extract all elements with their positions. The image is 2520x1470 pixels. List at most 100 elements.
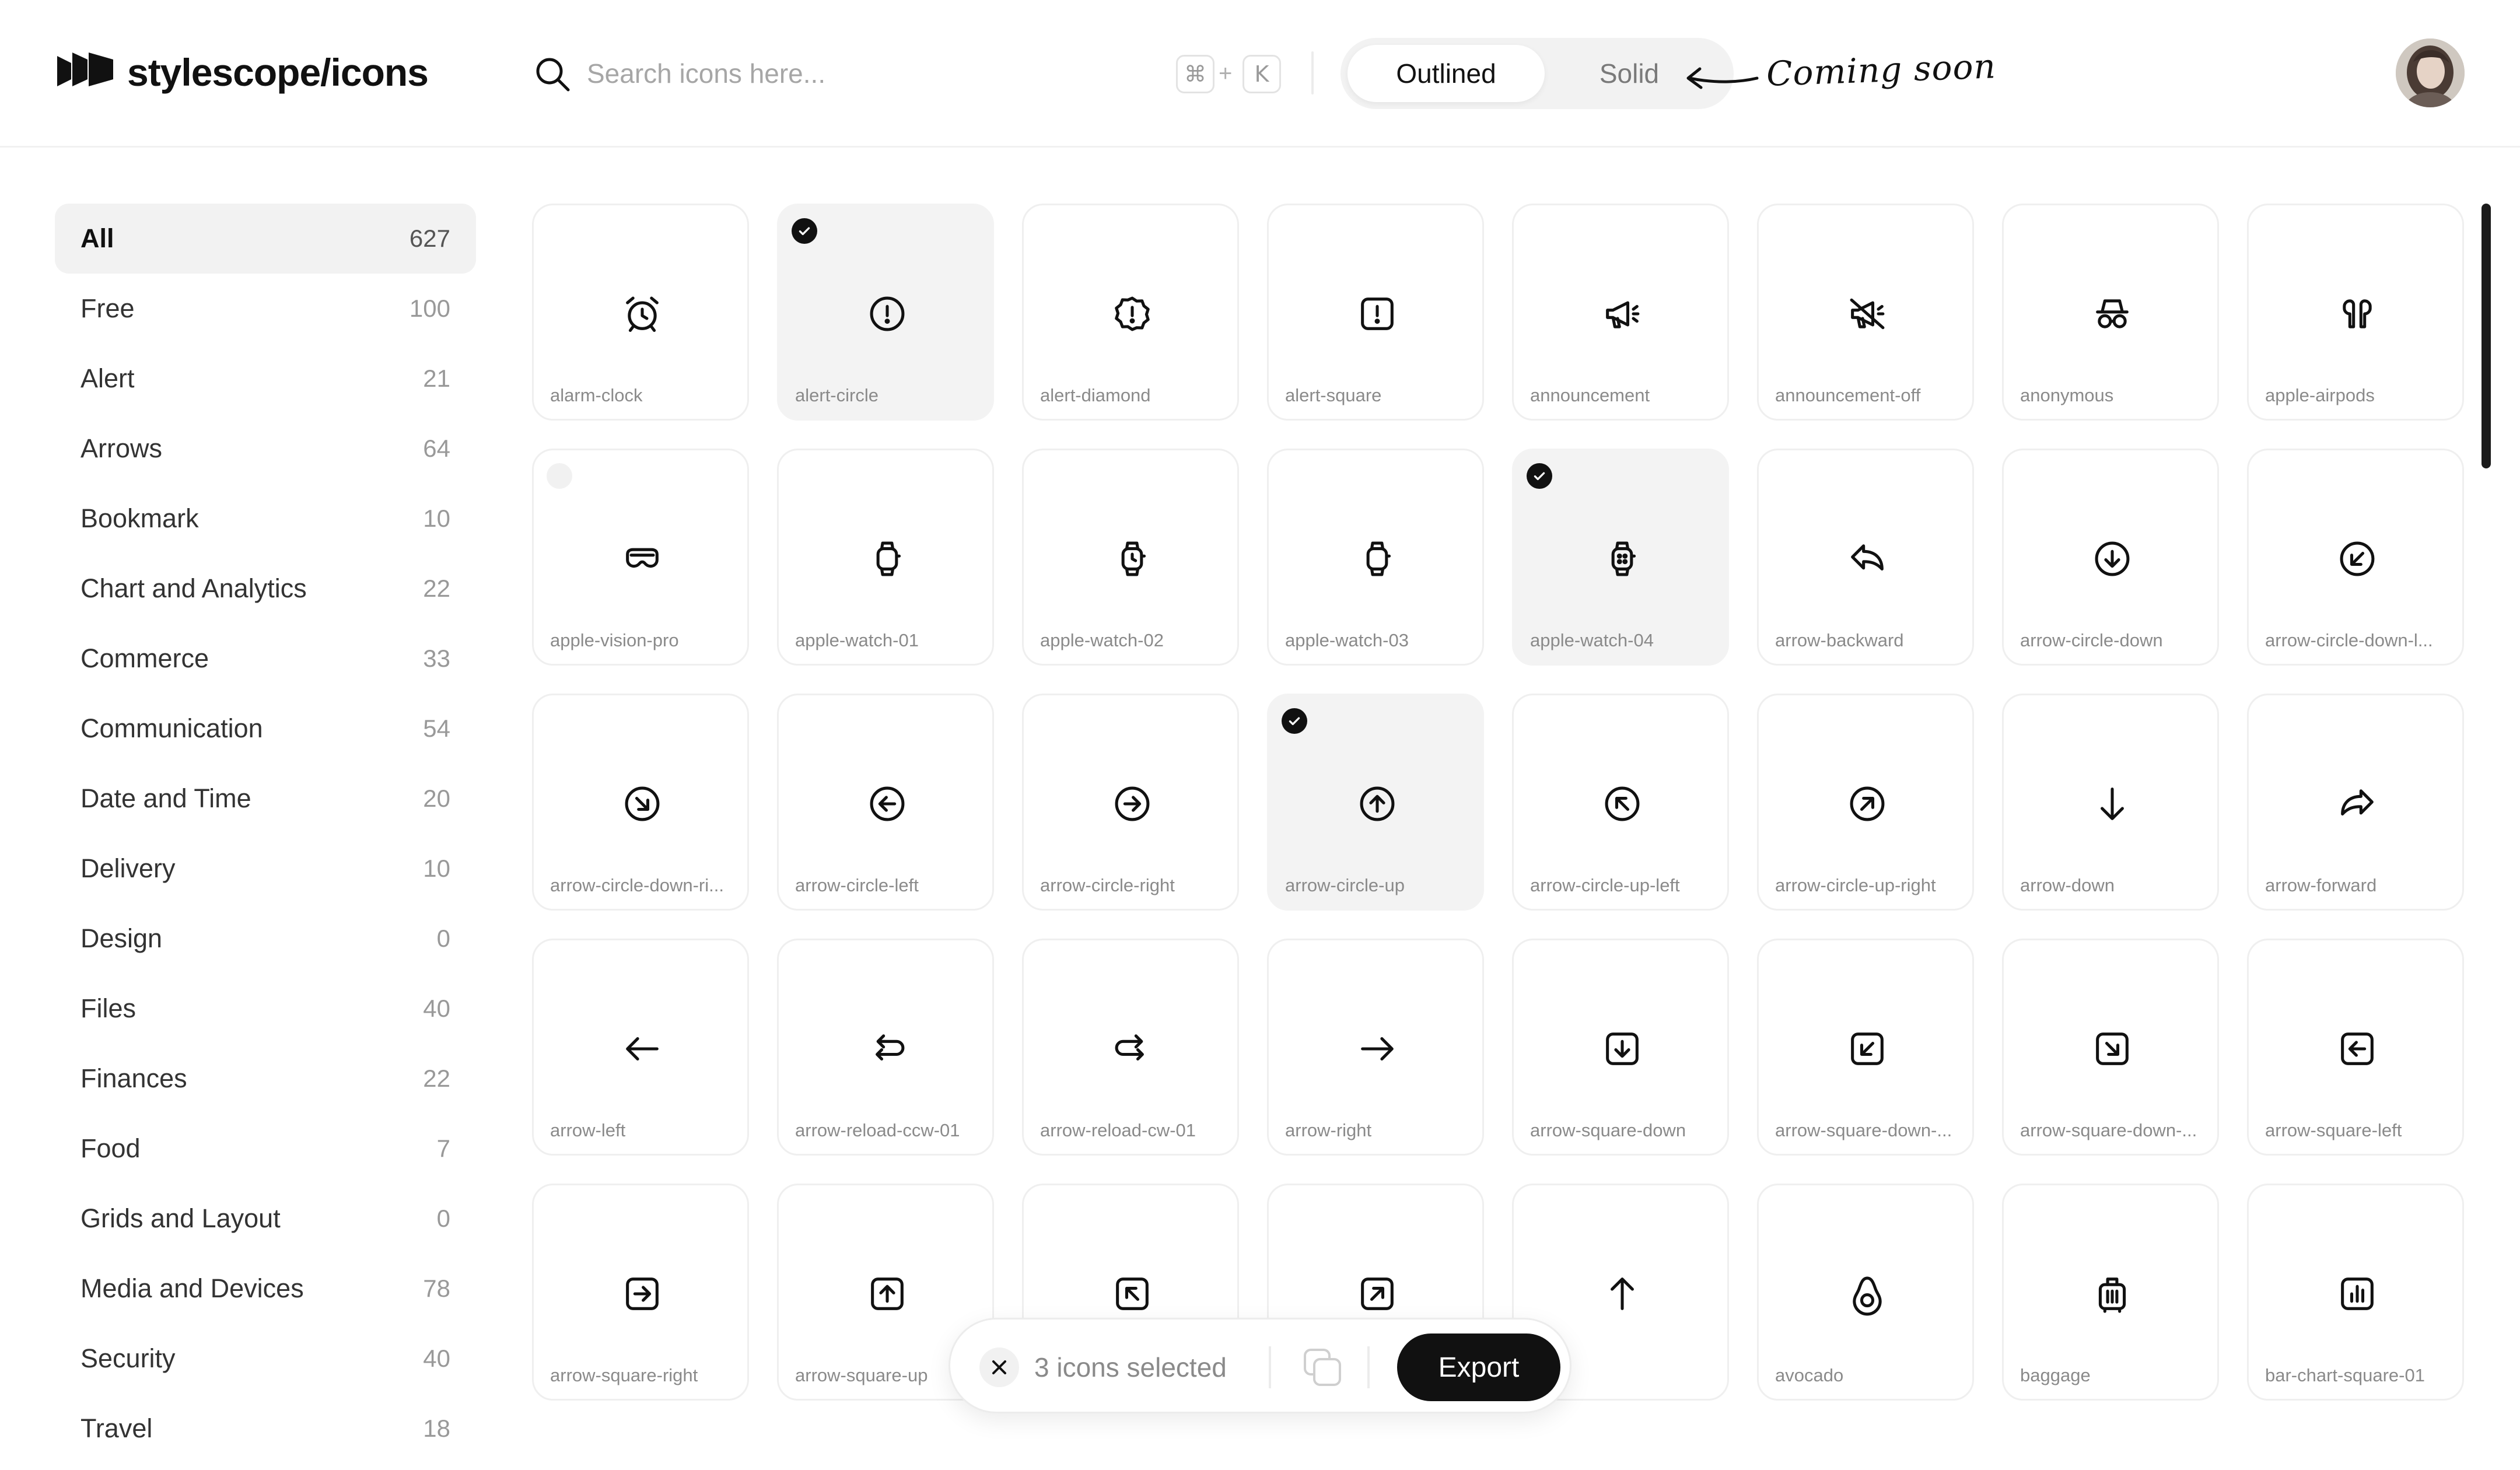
sidebar-item-food[interactable]: Food 7 xyxy=(55,1114,476,1184)
select-checkbox[interactable] xyxy=(547,463,572,489)
icon-card[interactable]: apple-airpods xyxy=(2247,204,2464,421)
icon-card[interactable]: alarm-clock xyxy=(532,204,749,421)
sidebar-item-chart-and-analytics[interactable]: Chart and Analytics 22 xyxy=(55,554,476,624)
icon-card[interactable]: arrow-circle-up-left xyxy=(1512,694,1729,911)
selected-check-icon[interactable] xyxy=(1282,708,1307,734)
icon-card[interactable]: avocado xyxy=(1757,1184,1974,1401)
sidebar-item-delivery[interactable]: Delivery 10 xyxy=(55,834,476,904)
icon-name-label: arrow-circle-up-right xyxy=(1775,875,1936,895)
icon-card[interactable]: announcement xyxy=(1512,204,1729,421)
solid-toggle-option[interactable]: Solid xyxy=(1562,45,1696,102)
export-button[interactable]: Export xyxy=(1397,1334,1560,1401)
icon-card[interactable]: arrow-down xyxy=(2002,694,2219,911)
user-avatar[interactable] xyxy=(2396,38,2465,107)
sidebar-item-count: 10 xyxy=(423,855,450,882)
icon-card[interactable]: arrow-square-down-... xyxy=(1757,939,1974,1156)
sidebar-item-communication[interactable]: Communication 54 xyxy=(55,694,476,764)
selected-check-icon[interactable] xyxy=(792,218,817,244)
icon-card[interactable]: arrow-right xyxy=(1267,939,1484,1156)
outlined-toggle-option[interactable]: Outlined xyxy=(1348,45,1545,102)
icon-name-label: alert-square xyxy=(1285,385,1382,405)
icon-name-label: arrow-reload-ccw-01 xyxy=(795,1120,960,1140)
icon-card[interactable]: anonymous xyxy=(2002,204,2219,421)
icon-card[interactable]: apple-watch-04 xyxy=(1512,449,1729,666)
sidebar-item-files[interactable]: Files 40 xyxy=(55,974,476,1044)
icon-card[interactable]: arrow-reload-ccw-01 xyxy=(777,939,994,1156)
sidebar-item-arrows[interactable]: Arrows 64 xyxy=(55,414,476,484)
icon-card[interactable]: announcement-off xyxy=(1757,204,1974,421)
icon-name-label: apple-watch-02 xyxy=(1040,630,1164,650)
square-right-icon xyxy=(626,1278,659,1310)
icon-card[interactable]: alert-circle xyxy=(777,204,994,421)
search-input[interactable] xyxy=(587,52,1147,94)
sidebar-item-label: Media and Devices xyxy=(80,1273,304,1303)
arrow-left-icon xyxy=(626,1037,659,1060)
alarm-clock-icon xyxy=(626,296,659,332)
circle-down-icon xyxy=(2095,541,2130,576)
sidebar-item-count: 20 xyxy=(423,785,450,812)
baggage-icon xyxy=(2098,1278,2126,1313)
icon-card[interactable]: arrow-backward xyxy=(1757,449,1974,666)
icon-card[interactable]: arrow-square-left xyxy=(2247,939,2464,1156)
sidebar-item-media-and-devices[interactable]: Media and Devices 78 xyxy=(55,1254,476,1324)
sidebar-item-alert[interactable]: Alert 21 xyxy=(55,344,476,414)
icon-card[interactable]: arrow-circle-up xyxy=(1267,694,1484,911)
sidebar-item-label: Finances xyxy=(80,1063,187,1093)
icon-card[interactable]: arrow-left xyxy=(532,939,749,1156)
sidebar-item-label: Travel xyxy=(80,1413,153,1443)
icon-name-label: arrow-left xyxy=(550,1120,626,1140)
watch-dots-icon xyxy=(1611,541,1636,576)
sidebar-item-free[interactable]: Free 100 xyxy=(55,274,476,344)
icon-card[interactable]: arrow-square-down xyxy=(1512,939,1729,1156)
sidebar-item-count: 40 xyxy=(423,995,450,1022)
icon-name-label: baggage xyxy=(2020,1365,2091,1385)
stylescope-logo[interactable] xyxy=(55,50,116,91)
icon-name-label: arrow-backward xyxy=(1775,630,1904,650)
icon-card[interactable]: alert-square xyxy=(1267,204,1484,421)
selected-check-icon[interactable] xyxy=(1527,463,1552,489)
sidebar-item-design[interactable]: Design 0 xyxy=(55,904,476,974)
announcement-off-icon xyxy=(1850,298,1885,330)
icon-card[interactable]: arrow-circle-down-ri... xyxy=(532,694,749,911)
sidebar-item-count: 33 xyxy=(423,645,450,672)
square-up-icon xyxy=(871,1278,904,1310)
icon-card[interactable]: arrow-circle-down xyxy=(2002,449,2219,666)
icon-card[interactable]: arrow-circle-right xyxy=(1022,694,1239,911)
icon-name-label: arrow-down xyxy=(2020,875,2115,895)
sidebar-item-bookmark[interactable]: Bookmark 10 xyxy=(55,484,476,554)
icon-card[interactable]: arrow-circle-up-right xyxy=(1757,694,1974,911)
icon-card[interactable]: arrow-square-right xyxy=(532,1184,749,1401)
icon-card[interactable]: baggage xyxy=(2002,1184,2219,1401)
icon-card[interactable]: apple-watch-01 xyxy=(777,449,994,666)
style-toggle: Outlined Solid xyxy=(1340,38,1734,109)
icon-card[interactable]: arrow-square-down-... xyxy=(2002,939,2219,1156)
sidebar-item-label: Communication xyxy=(80,713,263,743)
square-down-icon xyxy=(1606,1032,1639,1065)
circle-up-icon xyxy=(1360,786,1395,821)
sidebar-item-all[interactable]: All 627 xyxy=(55,204,476,274)
icon-card[interactable]: arrow-forward xyxy=(2247,694,2464,911)
icon-card[interactable]: alert-diamond xyxy=(1022,204,1239,421)
icon-card[interactable]: apple-vision-pro xyxy=(532,449,749,666)
sidebar-item-count: 100 xyxy=(409,295,450,322)
clear-selection-button[interactable] xyxy=(979,1348,1019,1387)
copy-icon[interactable] xyxy=(1300,1345,1345,1390)
sidebar-item-travel[interactable]: Travel 18 xyxy=(55,1394,476,1464)
icon-card[interactable]: arrow-reload-cw-01 xyxy=(1022,939,1239,1156)
sidebar-item-label: Alert xyxy=(80,363,135,393)
sidebar-item-finances[interactable]: Finances 22 xyxy=(55,1044,476,1114)
icon-card[interactable]: arrow-circle-left xyxy=(777,694,994,911)
brand-name[interactable]: stylescope/icons xyxy=(127,50,429,94)
sidebar-item-date-and-time[interactable]: Date and Time 20 xyxy=(55,764,476,834)
announcement-icon xyxy=(1606,301,1640,328)
sidebar-item-security[interactable]: Security 40 xyxy=(55,1324,476,1394)
grid-scrollbar[interactable] xyxy=(2482,204,2491,468)
icon-card[interactable]: arrow-circle-down-l... xyxy=(2247,449,2464,666)
icon-card[interactable]: apple-watch-02 xyxy=(1022,449,1239,666)
icon-card[interactable]: apple-watch-03 xyxy=(1267,449,1484,666)
sidebar-item-commerce[interactable]: Commerce 33 xyxy=(55,624,476,694)
icon-card[interactable]: bar-chart-square-01 xyxy=(2247,1184,2464,1401)
sidebar-item-grids-and-layout[interactable]: Grids and Layout 0 xyxy=(55,1184,476,1254)
icon-name-label: avocado xyxy=(1775,1365,1844,1385)
watch-icon xyxy=(876,541,901,576)
